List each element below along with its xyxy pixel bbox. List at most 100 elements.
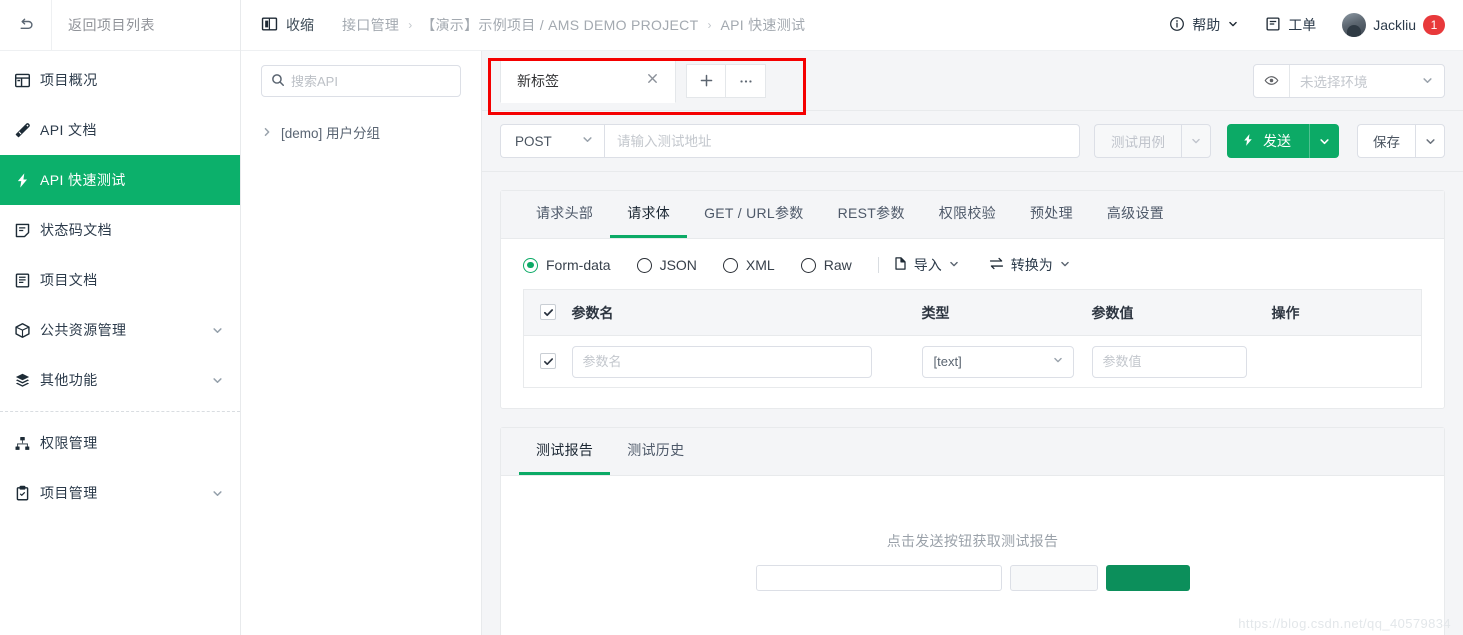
breadcrumb-separator: › [707,18,712,32]
test-case-dropdown-arrow[interactable] [1181,124,1211,158]
row-action-cell [1272,336,1422,388]
report-empty-green-button[interactable] [1105,564,1190,591]
sidebar-item-other-features[interactable]: 其他功能 [0,355,240,405]
ticket-doc-icon [1265,16,1281,35]
notification-badge[interactable]: 1 [1423,15,1445,35]
tab-request-headers[interactable]: 请求头部 [519,191,610,238]
sidebar-item-label: 项目概况 [40,72,98,88]
sidebar-item-project-overview[interactable]: 项目概况 [0,55,240,105]
tab-rest-params[interactable]: REST参数 [821,191,922,238]
radio-raw[interactable]: Raw [800,257,852,273]
radio-form-data[interactable]: Form-data [523,257,611,273]
breadcrumb-item-0[interactable]: 接口管理 [342,15,399,35]
tab-auth[interactable]: 权限校验 [922,191,1013,238]
result-section-tabs: 测试报告 测试历史 [501,428,1444,476]
search-input[interactable] [291,73,467,89]
collapse-sidebar-button[interactable]: 收缩 [261,15,314,35]
chevron-down-icon [1421,74,1444,87]
divider [877,257,879,273]
breadcrumb-separator: › [408,18,413,32]
import-button[interactable]: 导入 [893,255,960,275]
request-tab-new[interactable]: 新标签 [500,58,676,103]
sidebar-item-permission[interactable]: 权限管理 [0,418,240,468]
sidebar-item-label: 状态码文档 [40,222,112,238]
help-menu-button[interactable]: 帮助 [1169,15,1239,35]
row-checkbox[interactable] [540,353,556,370]
chevron-down-icon [1052,354,1064,369]
back-to-project-list-label[interactable]: 返回项目列表 [52,15,240,35]
url-input[interactable] [604,124,1080,158]
send-group: 发送 [1227,124,1339,158]
report-empty-hint: 点击发送按钮获取测试报告 [886,532,1059,549]
api-tree-group[interactable]: [demo] 用户分组 [241,116,481,148]
report-empty-input[interactable] [755,564,1002,591]
breadcrumb-item-1[interactable]: 【演示】示例项目 / AMS DEMO PROJECT [421,15,698,35]
select-all-checkbox[interactable] [540,304,556,321]
sidebar-item-project-doc[interactable]: 项目文档 [0,255,240,305]
user-name: Jackliu [1373,17,1416,33]
main-region: 收缩 接口管理 › 【演示】示例项目 / AMS DEMO PROJECT › … [241,0,1463,635]
breadcrumb: 接口管理 › 【演示】示例项目 / AMS DEMO PROJECT › API… [342,15,805,35]
top-bar-actions: 帮助 工单 Jackliu 1 [1169,13,1445,37]
top-bar: 收缩 接口管理 › 【演示】示例项目 / AMS DEMO PROJECT › … [241,0,1463,51]
tab-advanced[interactable]: 高级设置 [1090,191,1181,238]
doc-pen-icon [14,122,40,139]
sidebar-item-api-quick-test[interactable]: API 快速测试 [0,155,240,205]
save-group: 保存 [1357,124,1445,158]
user-menu[interactable]: Jackliu 1 [1342,13,1445,37]
close-icon[interactable] [642,70,663,91]
request-tabs: 新标签 [488,58,766,103]
tab-test-report[interactable]: 测试报告 [519,428,611,475]
radio-indicator [636,257,652,273]
http-method-select[interactable]: POST [500,124,604,158]
sidebar-nav: 项目概况 API 文档 API 快速测试 状态码文档 项目文档 公共资源管理 其… [0,51,240,635]
radio-json[interactable]: JSON [636,257,697,273]
api-tree-group-label: [demo] 用户分组 [281,126,381,141]
search-icon [271,73,285,90]
lightning-icon [1241,133,1255,150]
param-name-input[interactable] [571,345,872,378]
sidebar-item-public-resource[interactable]: 公共资源管理 [0,305,240,355]
tab-test-history[interactable]: 测试历史 [610,428,701,475]
test-case-button[interactable]: 测试用例 [1094,124,1181,158]
report-empty-gray-button[interactable] [1009,564,1098,591]
table-row: [text] [524,336,1422,388]
radio-label: Form-data [546,257,611,273]
sidebar-item-api-doc[interactable]: API 文档 [0,105,240,155]
send-button[interactable]: 发送 [1227,124,1309,158]
sitemap-icon [14,435,40,452]
report-empty-state: 点击发送按钮获取测试报告 [501,476,1444,635]
help-label: 帮助 [1192,17,1221,33]
back-button[interactable] [0,0,52,50]
sidebar-item-project-manage[interactable]: 项目管理 [0,468,240,518]
header-param-action: 操作 [1271,289,1422,336]
report-empty-controls [755,564,1190,591]
api-search-box[interactable] [261,65,467,97]
convert-button[interactable]: 转换为 [988,255,1071,275]
param-table-wrap: 参数名 类型 参数值 操作 参数名 [text] 参数值 [501,289,1444,408]
tab-get-url-params[interactable]: GET / URL参数 [687,191,821,238]
sidebar-item-status-code-doc[interactable]: 状态码文档 [0,205,240,255]
eye-icon[interactable] [1254,64,1290,97]
radio-xml[interactable]: XML [722,257,775,273]
radio-label: Raw [823,257,852,273]
sidebar: 返回项目列表 项目概况 API 文档 API 快速测试 状态码文档 项目文档 公… [0,0,241,635]
save-dropdown-arrow[interactable] [1415,124,1445,158]
tab-preprocess[interactable]: 预处理 [1013,191,1090,238]
panel-collapse-icon [261,16,278,35]
environment-select[interactable]: 未选择环境 [1253,63,1445,98]
content-body: [demo] 用户分组 新标签 [241,51,1463,635]
work-order-label: 工单 [1288,17,1317,33]
more-tabs-button[interactable] [726,63,766,98]
chevron-right-icon[interactable] [261,126,273,138]
work-order-button[interactable]: 工单 [1265,15,1316,35]
param-type-value: [text] [933,354,962,369]
save-button[interactable]: 保存 [1357,124,1415,158]
add-tab-button[interactable] [686,63,726,98]
send-dropdown-arrow[interactable] [1309,124,1339,158]
param-type-select[interactable]: [text] [921,345,1074,378]
tab-request-body[interactable]: 请求体 [610,191,688,238]
dashboard-icon [14,72,40,89]
sidebar-item-label: API 文档 [40,122,97,138]
param-value-input[interactable] [1091,345,1247,378]
